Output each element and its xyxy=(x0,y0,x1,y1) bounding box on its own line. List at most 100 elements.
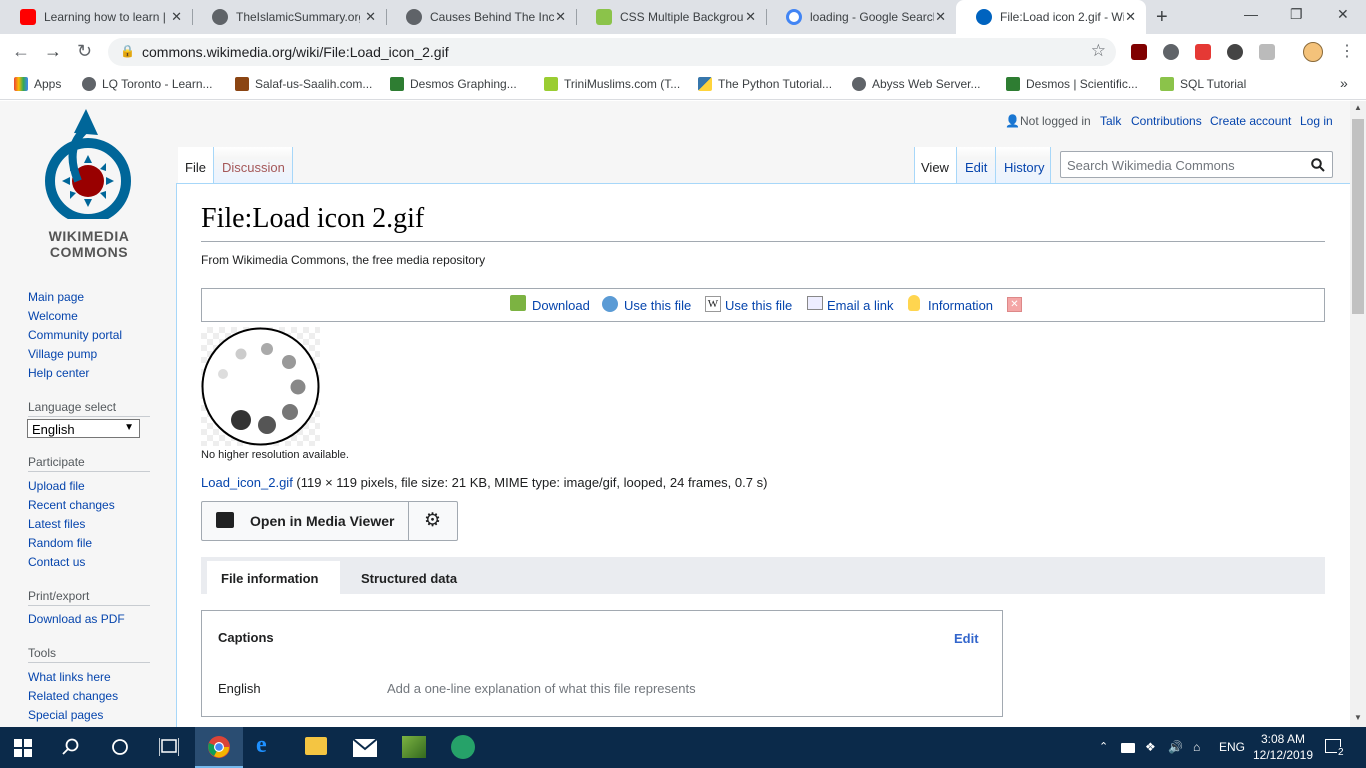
tab-edit[interactable]: Edit xyxy=(956,147,995,183)
more-bookmarks-icon[interactable]: » xyxy=(1340,75,1348,91)
file-link[interactable]: Load_icon_2.gif xyxy=(201,475,293,490)
sidebar-item-recent-changes[interactable]: Recent changes xyxy=(28,498,115,512)
close-tab-icon[interactable]: ✕ xyxy=(745,9,756,25)
back-icon[interactable]: ← xyxy=(12,41,30,62)
cortana-icon[interactable] xyxy=(111,738,129,756)
volume-icon[interactable]: 🔊 xyxy=(1168,740,1183,754)
network-icon[interactable]: ⌂ xyxy=(1193,740,1200,754)
bookmark[interactable]: Desmos Graphing... xyxy=(390,77,517,91)
language-indicator[interactable]: ENG xyxy=(1219,740,1245,754)
minimize-icon[interactable]: — xyxy=(1244,6,1258,22)
mail-icon[interactable] xyxy=(353,739,377,757)
tab-structured-data[interactable]: Structured data xyxy=(361,571,457,586)
tab-view[interactable]: View xyxy=(914,147,956,184)
bookmark[interactable]: Desmos | Scientific... xyxy=(1006,77,1138,91)
language-dropdown[interactable]: English ▼ xyxy=(27,419,140,438)
use-file-web-link[interactable]: Use this file xyxy=(624,298,691,313)
bookmark[interactable]: SQL Tutorial xyxy=(1160,77,1246,91)
sidebar-item-latest-files[interactable]: Latest files xyxy=(28,517,85,531)
search-box[interactable]: Search Wikimedia Commons xyxy=(1060,151,1333,178)
close-tab-icon[interactable]: ✕ xyxy=(935,9,946,25)
contributions-link[interactable]: Contributions xyxy=(1131,114,1202,128)
email-link[interactable]: Email a link xyxy=(827,298,893,313)
bookmark[interactable]: LQ Toronto - Learn... xyxy=(82,77,213,91)
sidebar-item-random-file[interactable]: Random file xyxy=(28,536,92,550)
sidebar-item-special-pages[interactable]: Special pages xyxy=(28,708,103,722)
edge-icon[interactable]: e xyxy=(256,732,280,758)
bookmark[interactable]: The Python Tutorial... xyxy=(698,77,832,91)
download-link[interactable]: Download xyxy=(532,298,590,313)
browser-tab-active[interactable]: File:Load icon 2.gif - Wi ✕ xyxy=(956,0,1146,34)
close-tab-icon[interactable]: ✕ xyxy=(555,9,566,25)
clock-time[interactable]: 3:08 AM xyxy=(1256,732,1310,746)
taskbar-chrome-active[interactable] xyxy=(195,727,243,768)
menu-dots-icon[interactable]: ⋮ xyxy=(1339,41,1355,61)
sidebar-item-community-portal[interactable]: Community portal xyxy=(28,328,122,342)
battery-icon[interactable] xyxy=(1121,743,1135,753)
sidebar-item-welcome[interactable]: Welcome xyxy=(28,309,78,323)
profile-avatar[interactable] xyxy=(1303,42,1323,62)
tab-discussion[interactable]: Discussion xyxy=(213,147,293,183)
login-link[interactable]: Log in xyxy=(1300,114,1333,128)
page-scrollbar[interactable]: ▲ ▼ xyxy=(1350,101,1366,727)
scroll-up-icon[interactable]: ▲ xyxy=(1354,103,1362,112)
talk-link[interactable]: Talk xyxy=(1100,114,1121,128)
sidebar-item-upload-file[interactable]: Upload file xyxy=(28,479,85,493)
sidebar-item-what-links-here[interactable]: What links here xyxy=(28,670,111,684)
chevron-up-icon[interactable]: ⌃ xyxy=(1099,740,1108,753)
new-tab-button[interactable]: + xyxy=(1156,6,1168,29)
scroll-down-icon[interactable]: ▼ xyxy=(1354,713,1362,722)
close-icon[interactable]: ✕ xyxy=(1007,297,1022,312)
windows-start-icon[interactable] xyxy=(14,739,32,757)
browser-tab[interactable]: CSS Multiple Backgrour ✕ xyxy=(576,0,766,34)
browser-tab[interactable]: TheIslamicSummary.org ✕ xyxy=(192,0,386,34)
information-link[interactable]: Information xyxy=(928,298,993,313)
open-media-viewer-button[interactable]: Open in Media Viewer xyxy=(202,502,409,540)
sidebar-item-download-pdf[interactable]: Download as PDF xyxy=(28,612,125,626)
maximize-icon[interactable]: ❐ xyxy=(1290,6,1303,23)
browser-tab[interactable]: Causes Behind The Incr ✕ xyxy=(386,0,576,34)
search-icon[interactable] xyxy=(1311,158,1325,172)
sidebar-item-help-center[interactable]: Help center xyxy=(28,366,89,380)
forward-icon[interactable]: → xyxy=(44,41,62,62)
clock-date[interactable]: 12/12/2019 xyxy=(1251,748,1315,762)
wikimedia-commons-logo[interactable]: WIKIMEDIA COMMONS xyxy=(34,107,144,260)
extension-icon[interactable] xyxy=(1227,44,1243,60)
dropbox-icon[interactable]: ❖ xyxy=(1145,740,1156,754)
load-icon-image[interactable] xyxy=(201,327,320,446)
create-account-link[interactable]: Create account xyxy=(1210,114,1291,128)
bookmark[interactable]: Abyss Web Server... xyxy=(852,77,981,91)
close-window-icon[interactable]: ✕ xyxy=(1337,6,1349,23)
bookmark[interactable]: TriniMuslims.com (T... xyxy=(544,77,680,91)
close-tab-icon[interactable]: ✕ xyxy=(1125,9,1136,25)
ublock-icon[interactable] xyxy=(1131,44,1147,60)
sidebar-item-main-page[interactable]: Main page xyxy=(28,290,84,304)
star-icon[interactable]: ☆ xyxy=(1091,41,1106,61)
scrollbar-thumb[interactable] xyxy=(1352,119,1364,314)
reload-icon[interactable]: ↻ xyxy=(77,41,92,62)
app-icon[interactable] xyxy=(451,735,475,759)
search-icon[interactable] xyxy=(62,738,80,756)
browser-tab[interactable]: Learning how to learn | ✕ xyxy=(0,0,192,34)
youtube-extension-icon[interactable] xyxy=(1195,44,1211,60)
url-text[interactable]: commons.wikimedia.org/wiki/File:Load_ico… xyxy=(142,44,449,60)
app-icon[interactable] xyxy=(402,736,426,758)
skype-icon[interactable] xyxy=(1163,44,1179,60)
address-bar[interactable]: 🔒 commons.wikimedia.org/wiki/File:Load_i… xyxy=(108,38,1116,66)
tab-file-information[interactable]: File information xyxy=(207,561,340,594)
file-explorer-icon[interactable] xyxy=(305,737,327,755)
captions-edit-button[interactable]: Edit xyxy=(954,631,979,646)
sidebar-item-related-changes[interactable]: Related changes xyxy=(28,689,118,703)
bookmark[interactable]: Salaf-us-Saalih.com... xyxy=(235,77,372,91)
task-view-icon[interactable] xyxy=(159,738,179,756)
close-tab-icon[interactable]: ✕ xyxy=(365,9,376,25)
sidebar-item-village-pump[interactable]: Village pump xyxy=(28,347,97,361)
tab-file[interactable]: File xyxy=(178,147,214,184)
extension-icon[interactable] xyxy=(1259,44,1275,60)
gear-icon[interactable]: ⚙ xyxy=(424,509,441,532)
browser-tab[interactable]: loading - Google Search ✕ xyxy=(766,0,956,34)
tab-history[interactable]: History xyxy=(995,147,1051,183)
bookmark-apps[interactable]: Apps xyxy=(14,77,61,91)
close-tab-icon[interactable]: ✕ xyxy=(171,9,182,25)
sidebar-item-contact-us[interactable]: Contact us xyxy=(28,555,85,569)
